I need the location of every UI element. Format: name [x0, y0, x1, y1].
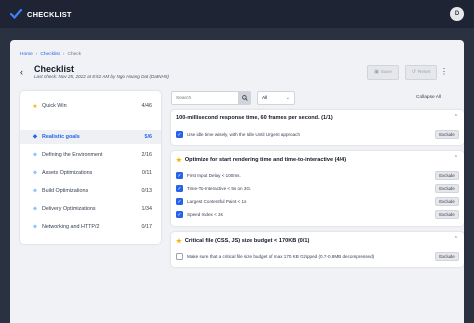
checklist-item-text: Use idle time wisely, with the Idle Unti… [187, 132, 301, 137]
save-label: Save [380, 70, 392, 75]
checkbox-checked[interactable]: ✓ [176, 131, 183, 138]
checklist-item-text: Time-To-Interactive < 5s on 3G. [187, 186, 252, 191]
sidebar-item-count: 0/13 [141, 188, 153, 194]
section-header[interactable]: 100-millisecond response time, 60 frames… [176, 115, 333, 121]
exclude-button[interactable]: Exclude [435, 130, 459, 139]
chevron-up-icon[interactable]: ⌃ [454, 114, 458, 120]
reset-label: Reset [417, 70, 431, 75]
sidebar-item-realistic-goals[interactable]: ⬥ Realistic goals 5/6 [20, 130, 161, 144]
section-title: 100-millisecond response time, 60 frames… [176, 115, 333, 121]
app-title: CHECKLIST [27, 9, 72, 19]
exclude-button[interactable]: Exclude [435, 171, 459, 180]
sidebar-item-networking-http2[interactable]: ⬥ Networking and HTTP/2 0/17 [20, 220, 161, 234]
checklist-item: ✓ Time-To-Interactive < 5s on 3G. Exclud… [176, 183, 459, 194]
star-icon: ★ [176, 157, 182, 164]
checklist-item: ✓ Use idle time wisely, with the Idle Un… [176, 129, 459, 140]
breadcrumb-separator-icon: › [62, 52, 65, 57]
avatar[interactable]: D [450, 7, 464, 21]
save-button[interactable]: ▣ Save [367, 65, 399, 80]
section-header[interactable]: ★ Optimize for start rendering time and … [176, 156, 346, 164]
tag-icon: ⬥ [32, 205, 38, 212]
sidebar-item-count: 2/16 [141, 152, 153, 158]
save-icon: ▣ [374, 70, 379, 75]
section-critical-file-size: ★ Critical file (CSS, JS) size budget < … [171, 232, 464, 267]
filter-select-value: All [262, 96, 268, 101]
sidebar-item-label: Networking and HTTP/2 [42, 224, 100, 230]
checkbox-checked[interactable]: ✓ [176, 211, 183, 218]
checklist-item-text: Largest Contentful Paint < 1s [187, 199, 247, 204]
exclude-button[interactable]: Exclude [435, 184, 459, 193]
tag-icon: ⬥ [32, 169, 38, 176]
exclude-button[interactable]: Exclude [435, 197, 459, 206]
checklist-item: ✓ Largest Contentful Paint < 1s Exclude [176, 196, 459, 207]
checkbox-checked[interactable]: ✓ [176, 198, 183, 205]
section-title: Optimize for start rendering time and ti… [184, 157, 347, 163]
last-check-info: Last check: Nov 25, 2022 at 8:52 AM by N… [34, 74, 169, 79]
star-icon: ★ [176, 238, 182, 245]
exclude-button[interactable]: Exclude [435, 210, 459, 219]
sidebar-item-count: 0/17 [141, 224, 153, 230]
section-start-rendering: ★ Optimize for start rendering time and … [171, 151, 464, 226]
reset-icon: ↺ [411, 70, 416, 75]
checklist-item-text: First Input Delay < 100ms. [187, 173, 241, 178]
checkmark-logo-icon [10, 8, 22, 20]
app-brand[interactable]: CHECKLIST [10, 8, 72, 20]
breadcrumb-home[interactable]: Home [20, 52, 33, 57]
tag-icon: ⬥ [32, 187, 38, 194]
chevron-down-icon: ⌄ [285, 95, 290, 101]
section-header[interactable]: ★ Critical file (CSS, JS) size budget < … [176, 237, 309, 245]
section-title: Critical file (CSS, JS) size budget < 17… [184, 238, 310, 244]
reset-button[interactable]: ↺ Reset [405, 65, 437, 80]
collapse-all-button[interactable]: Collapse All [416, 95, 441, 100]
sidebar-item-label: Delivery Optimizations [42, 206, 96, 212]
checklist-item: Make sure that a critical file size budg… [176, 251, 459, 262]
sidebar-item-count: 1/34 [141, 206, 153, 212]
sidebar-item-count: 4/46 [141, 103, 153, 109]
back-arrow-icon[interactable]: ‹ [20, 67, 23, 77]
category-sidebar: ★ Quick Win 4/46 ⬥ Realistic goals 5/6 ⬥… [20, 91, 161, 244]
exclude-button[interactable]: Exclude [435, 252, 459, 261]
breadcrumb-separator-icon: › [35, 52, 38, 57]
checkbox-unchecked[interactable] [176, 253, 183, 260]
checklist-item: ✓ Speed Index < 3s Exclude [176, 209, 459, 220]
search-button[interactable] [238, 91, 251, 105]
sidebar-item-label: Quick Win [42, 103, 67, 109]
page-title: Checklist [34, 64, 75, 74]
top-bar: CHECKLIST D [0, 0, 474, 28]
checklist-item-text: Speed Index < 3s [187, 212, 223, 217]
star-icon: ★ [32, 103, 38, 110]
checkbox-checked[interactable]: ✓ [176, 172, 183, 179]
breadcrumb-checklist[interactable]: Checklist [40, 52, 59, 57]
sidebar-item-count: 5/6 [144, 134, 153, 140]
sidebar-item-build-optimizations[interactable]: ⬥ Build Optimizations 0/13 [20, 184, 161, 198]
sidebar-item-defining-environment[interactable]: ⬥ Defining the Environment 2/16 [20, 148, 161, 162]
breadcrumb-current: Check [67, 52, 82, 57]
section-response-time: 100-millisecond response time, 60 frames… [171, 110, 464, 145]
sidebar-item-label: Build Optimizations [42, 188, 89, 194]
more-options-icon[interactable]: ⋮ [440, 67, 448, 76]
tag-icon: ⬥ [32, 223, 38, 230]
breadcrumb: Home › Checklist › Check [20, 52, 81, 57]
sidebar-item-quick-win[interactable]: ★ Quick Win 4/46 [20, 99, 161, 113]
search-icon [241, 95, 248, 101]
chevron-up-icon[interactable]: ⌃ [454, 155, 458, 161]
filter-select[interactable]: All ⌄ [257, 91, 295, 105]
sidebar-item-assets-optimizations[interactable]: ⬥ Assets Optimizations 0/11 [20, 166, 161, 180]
sidebar-item-label: Realistic goals [42, 134, 80, 140]
checkbox-checked[interactable]: ✓ [176, 185, 183, 192]
main-sheet: Home › Checklist › Check ‹ Checklist Las… [10, 40, 464, 323]
sidebar-item-label: Defining the Environment [42, 152, 103, 158]
tag-icon: ⬥ [32, 133, 38, 140]
sidebar-item-label: Assets Optimizations [42, 170, 93, 176]
sidebar-item-delivery-optimizations[interactable]: ⬥ Delivery Optimizations 1/34 [20, 202, 161, 216]
checklist-item: ✓ First Input Delay < 100ms. Exclude [176, 170, 459, 181]
checklist-item-text: Make sure that a critical file size budg… [187, 254, 375, 259]
tag-icon: ⬥ [32, 151, 38, 158]
chevron-up-icon[interactable]: ⌃ [454, 236, 458, 242]
sidebar-item-count: 0/11 [141, 170, 152, 176]
